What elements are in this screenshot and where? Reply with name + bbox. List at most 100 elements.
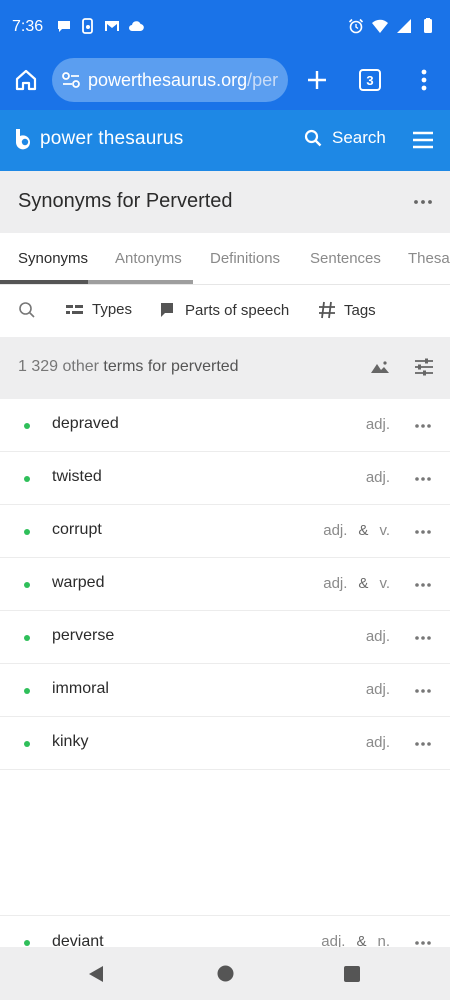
types-icon xyxy=(66,304,83,314)
rating-dot xyxy=(24,529,30,535)
search-button[interactable]: Search xyxy=(304,128,386,148)
home-icon xyxy=(15,69,37,91)
phone-sync-icon xyxy=(82,18,93,34)
vertical-dots-icon xyxy=(421,69,427,91)
signal-icon xyxy=(397,19,411,33)
rating-dot xyxy=(24,635,30,641)
rating-dot xyxy=(24,423,30,429)
part-of-speech: adj. xyxy=(365,416,390,433)
synonym-word[interactable]: immoral xyxy=(52,680,109,698)
more-options-icon[interactable] xyxy=(412,191,434,213)
rating-dot xyxy=(24,582,30,588)
battery-icon xyxy=(424,18,432,33)
wifi-icon xyxy=(372,19,388,33)
hamburger-menu-icon[interactable] xyxy=(412,130,434,150)
synonym-word[interactable]: warped xyxy=(52,574,104,592)
tab-thesaurus[interactable]: Thesa xyxy=(408,250,450,267)
results-count-text: 1 329 other terms for perverted xyxy=(18,358,239,376)
tab-synonyms[interactable]: Synonyms xyxy=(18,250,88,267)
title-section: Synonyms for Perverted xyxy=(0,171,450,233)
synonym-row-warped[interactable]: warped adj. & v. xyxy=(0,558,450,611)
url-path: /per xyxy=(247,70,279,90)
rating-dot xyxy=(24,940,30,946)
status-time: 7:36 xyxy=(12,18,44,35)
tab-switcher-button[interactable]: 3 xyxy=(359,69,381,91)
part-of-speech: adj. xyxy=(365,469,390,486)
row-more-icon[interactable] xyxy=(414,423,432,429)
site-header: power thesaurus Search xyxy=(0,110,450,171)
synonym-row-perverse[interactable]: perverse adj. xyxy=(0,611,450,664)
brand-name: power thesaurus xyxy=(40,128,184,149)
part-of-speech: adj. xyxy=(365,681,390,698)
synonym-word[interactable]: deviant xyxy=(52,933,104,947)
filter-parts-of-speech-label: Parts of speech xyxy=(185,301,290,319)
search-icon xyxy=(304,129,322,147)
filter-search-button[interactable] xyxy=(18,301,36,319)
rating-dot xyxy=(24,688,30,694)
alarm-icon xyxy=(348,18,364,34)
url-bar[interactable]: powerthesaurus.org/per xyxy=(52,58,288,102)
recent-apps-icon[interactable] xyxy=(344,966,360,982)
row-more-icon[interactable] xyxy=(414,940,432,946)
tab-indicator xyxy=(0,280,193,284)
synonym-row-deviant[interactable]: deviant adj. & n. xyxy=(0,915,450,947)
part-of-speech: adj. xyxy=(365,628,390,645)
row-more-icon[interactable] xyxy=(414,476,432,482)
image-view-icon[interactable] xyxy=(370,359,390,375)
speech-bubble-icon xyxy=(161,303,173,317)
browser-menu-button[interactable] xyxy=(410,64,438,96)
page-title: Synonyms for Perverted xyxy=(18,190,233,212)
home-button[interactable] xyxy=(10,64,42,96)
browser-toolbar: powerthesaurus.org/per 3 xyxy=(0,52,450,110)
synonym-row-twisted[interactable]: twisted adj. xyxy=(0,452,450,505)
tab-bar: Synonyms Antonyms Definitions Sentences … xyxy=(0,233,450,285)
filter-types[interactable]: Types xyxy=(66,301,132,318)
logo-icon xyxy=(15,129,30,150)
filter-tags-label: Tags xyxy=(344,301,376,319)
row-more-icon[interactable] xyxy=(414,529,432,535)
tab-definitions[interactable]: Definitions xyxy=(210,250,280,267)
synonym-row-kinky[interactable]: kinky adj. xyxy=(0,717,450,770)
gmail-icon xyxy=(105,21,119,31)
row-more-icon[interactable] xyxy=(414,688,432,694)
back-icon[interactable] xyxy=(88,965,104,983)
filter-types-label: Types xyxy=(92,301,133,318)
synonym-word[interactable]: corrupt xyxy=(52,521,102,539)
results-count-mid: other xyxy=(58,358,104,375)
results-summary: 1 329 other terms for perverted xyxy=(0,337,450,399)
synonym-row-corrupt[interactable]: corrupt adj. & v. xyxy=(0,505,450,558)
part-of-speech: adj. & v. xyxy=(323,522,390,539)
search-label: Search xyxy=(332,128,386,147)
row-more-icon[interactable] xyxy=(414,582,432,588)
chat-icon xyxy=(58,21,70,32)
hashtag-icon xyxy=(319,301,335,319)
row-more-icon[interactable] xyxy=(414,635,432,641)
filter-parts-of-speech[interactable]: Parts of speech xyxy=(159,301,289,319)
url-domain: powerthesaurus.org xyxy=(88,70,248,90)
cloud-icon xyxy=(129,21,144,32)
filter-tags[interactable]: Tags xyxy=(318,301,376,319)
synonym-word[interactable]: depraved xyxy=(52,415,119,433)
part-of-speech: adj. & n. xyxy=(321,933,390,947)
synonym-word[interactable]: kinky xyxy=(52,733,88,751)
site-settings-icon[interactable] xyxy=(62,70,80,90)
plus-icon xyxy=(308,71,326,89)
status-bar: 7:36 xyxy=(0,0,450,52)
tab-sentences[interactable]: Sentences xyxy=(310,250,381,267)
part-of-speech: adj. xyxy=(365,734,390,751)
part-of-speech: adj. & v. xyxy=(323,575,390,592)
synonym-row-immoral[interactable]: immoral adj. xyxy=(0,664,450,717)
new-tab-button[interactable] xyxy=(302,64,332,96)
site-logo[interactable]: power thesaurus xyxy=(14,128,183,150)
home-nav-icon[interactable] xyxy=(217,965,234,982)
system-nav-bar xyxy=(0,947,450,1000)
tab-antonyms[interactable]: Antonyms xyxy=(115,250,182,267)
synonym-row-depraved[interactable]: depraved adj. xyxy=(0,399,450,452)
synonym-word[interactable]: twisted xyxy=(52,468,102,486)
synonym-word[interactable]: perverse xyxy=(52,627,114,645)
row-more-icon[interactable] xyxy=(414,741,432,747)
results-count-tail: terms for perverted xyxy=(103,358,239,375)
rating-dot xyxy=(24,741,30,747)
rating-dot xyxy=(24,476,30,482)
tune-settings-icon[interactable] xyxy=(414,357,434,377)
